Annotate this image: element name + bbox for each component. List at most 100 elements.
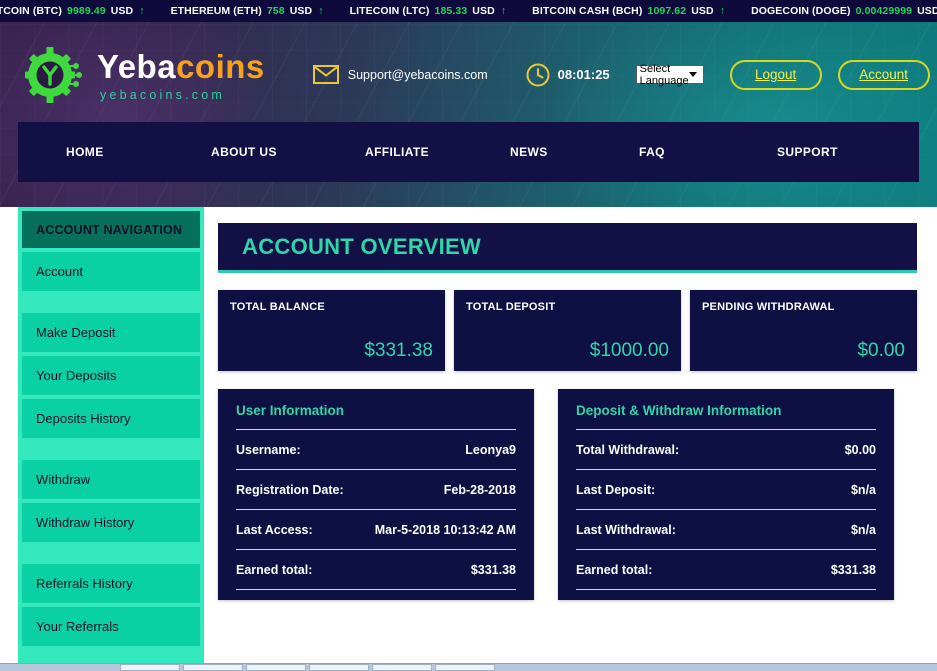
stat-label: TOTAL DEPOSIT: [466, 301, 556, 313]
ticker-coin-value: 0.00429999: [855, 5, 913, 17]
stat-label: PENDING WITHDRAWAL: [702, 301, 835, 313]
row-key: Last Access:: [236, 522, 313, 537]
panel-heading: User Information: [236, 403, 516, 430]
support-email-text: Support@yebacoins.com: [347, 67, 488, 82]
ticker-coin-currency: USD: [289, 5, 313, 17]
chevron-down-icon: [688, 72, 697, 77]
support-email-block[interactable]: Support@yebacoins.com: [312, 65, 488, 84]
taskbar-button[interactable]: [372, 664, 432, 671]
page-title: ACCOUNT OVERVIEW: [242, 233, 482, 259]
os-taskbar[interactable]: [0, 663, 937, 671]
gear-logo-icon: [25, 46, 82, 103]
stat-card-row: TOTAL BALANCE $331.38 TOTAL DEPOSIT $100…: [218, 290, 917, 371]
language-select[interactable]: Select Language: [635, 62, 704, 87]
ticker-coin-name: ETHEREUM (ETH): [170, 5, 262, 17]
logo-wordmark: Yebacoins yebacoins.com: [97, 48, 265, 102]
logout-button[interactable]: Logout: [729, 59, 822, 90]
logo-title-part1: Yeba: [97, 47, 177, 85]
taskbar-button[interactable]: [435, 664, 495, 671]
account-button[interactable]: Account: [837, 59, 930, 90]
ticker-coin-value: 1097.62: [647, 5, 687, 17]
row-key: Total Withdrawal:: [576, 442, 680, 457]
stat-label: TOTAL BALANCE: [230, 301, 325, 313]
row-key: Last Withdrawal:: [576, 522, 676, 537]
nav-item-support[interactable]: SUPPORT: [777, 145, 838, 159]
taskbar-button[interactable]: [309, 664, 369, 671]
taskbar-button[interactable]: [246, 664, 306, 671]
row-key: Last Deposit:: [576, 482, 656, 497]
page-body: ACCOUNT NAVIGATION Account Make Deposit …: [0, 207, 937, 671]
nav-item-news[interactable]: NEWS: [510, 145, 639, 159]
ticker-coin-name: LITECOIN (LTC): [349, 5, 430, 17]
server-time-block: 08:01:25: [526, 63, 610, 87]
deposit-withdraw-information-panel: Deposit & Withdraw Information Total Wit…: [558, 389, 894, 600]
sidebar-item-your-deposits[interactable]: Your Deposits: [22, 356, 200, 395]
ticker-item: BITCOIN CASH (BCH) 1097.62 USD ↑: [532, 5, 725, 17]
sidebar-group-separator: [22, 291, 200, 309]
ticker-coin-name: BITCOIN CASH (BCH): [532, 5, 643, 17]
table-row: Last Deposit: $n/a: [576, 470, 876, 510]
ticker-up-arrow-icon: ↑: [318, 5, 324, 17]
sidebar-heading: ACCOUNT NAVIGATION: [22, 211, 200, 248]
ticker-coin-name: BITCOIN (BTC): [0, 5, 62, 17]
account-sidebar: ACCOUNT NAVIGATION Account Make Deposit …: [18, 207, 204, 671]
ticker-coin-value: 185.33: [434, 5, 468, 17]
row-key: Username:: [236, 442, 301, 457]
clock-icon: [526, 63, 550, 86]
sidebar-item-make-deposit[interactable]: Make Deposit: [22, 313, 200, 352]
crypto-ticker-bar: BITCOIN (BTC) 9989.49 USD ↑ ETHEREUM (ET…: [0, 0, 937, 22]
row-value: Mar-5-2018 10:13:42 AM: [374, 522, 516, 537]
logo-subtitle: yebacoins.com: [100, 87, 225, 102]
sidebar-item-withdraw-history[interactable]: Withdraw History: [22, 503, 200, 542]
sidebar-group-separator: [22, 542, 200, 560]
taskbar-button[interactable]: [183, 664, 243, 671]
logo-title: Yebacoins: [97, 50, 265, 83]
sidebar-item-deposits-history[interactable]: Deposits History: [22, 399, 200, 438]
row-key: Earned total:: [236, 562, 313, 577]
ticker-up-arrow-icon: ↑: [500, 5, 507, 17]
stat-card-total-balance: TOTAL BALANCE $331.38: [218, 290, 445, 371]
sidebar-item-referrals-history[interactable]: Referrals History: [22, 564, 200, 603]
ticker-item: DOGECOIN (DOGE) 0.00429999 USD ↑: [751, 5, 937, 17]
stat-value: $331.38: [364, 340, 433, 361]
row-value: Leonya9: [465, 442, 516, 457]
page-title-bar: ACCOUNT OVERVIEW: [218, 223, 917, 273]
ticker-coin-currency: USD: [691, 5, 714, 17]
user-information-panel: User Information Username: Leonya9 Regis…: [218, 389, 534, 600]
sidebar-item-withdraw[interactable]: Withdraw: [22, 460, 200, 499]
row-key: Earned total:: [576, 562, 653, 577]
nav-item-affiliate[interactable]: AFFILIATE: [365, 145, 510, 159]
stat-value: $1000.00: [589, 340, 669, 361]
ticker-item: BITCOIN (BTC) 9989.49 USD ↑: [0, 5, 145, 17]
logo-title-part2: coins: [176, 47, 265, 85]
nav-item-faq[interactable]: FAQ: [639, 145, 777, 159]
panel-heading: Deposit & Withdraw Information: [576, 403, 876, 430]
table-row: Earned total: $331.38: [576, 550, 876, 590]
ticker-up-arrow-icon: ↑: [139, 5, 145, 17]
header-top-bar: Yebacoins yebacoins.com Support@yebacoin…: [0, 22, 937, 127]
language-select-value: Select Language: [639, 62, 689, 87]
ticker-coin-value: 9989.49: [67, 5, 106, 17]
ticker-coin-name: DOGECOIN (DOGE): [751, 5, 851, 17]
site-header-banner: Yebacoins yebacoins.com Support@yebacoin…: [0, 22, 937, 207]
taskbar-button[interactable]: [120, 664, 180, 671]
nav-item-home[interactable]: HOME: [66, 145, 211, 159]
nav-item-about-us[interactable]: ABOUT US: [211, 145, 365, 159]
table-row: Last Access: Mar-5-2018 10:13:42 AM: [236, 510, 516, 550]
row-value: $0.00: [844, 442, 876, 457]
ticker-item: LITECOIN (LTC) 185.33 USD ↑: [350, 5, 507, 17]
table-row: Total Withdrawal: $0.00: [576, 430, 876, 470]
sidebar-group-separator: [22, 438, 200, 456]
main-content: ACCOUNT OVERVIEW TOTAL BALANCE $331.38 T…: [204, 207, 937, 671]
site-logo[interactable]: Yebacoins yebacoins.com: [24, 46, 265, 104]
row-key: Registration Date:: [236, 482, 344, 497]
envelope-icon: [312, 65, 339, 84]
ticker-up-arrow-icon: ↑: [719, 5, 726, 17]
sidebar-item-your-referrals[interactable]: Your Referrals: [22, 607, 200, 646]
ticker-coin-currency: USD: [110, 5, 134, 17]
sidebar-item-account[interactable]: Account: [22, 252, 200, 291]
table-row: Last Withdrawal: $n/a: [576, 510, 876, 550]
stat-card-pending-withdrawal: PENDING WITHDRAWAL $0.00: [690, 290, 917, 371]
server-time-text: 08:01:25: [557, 67, 610, 82]
row-value: Feb-28-2018: [443, 482, 516, 497]
